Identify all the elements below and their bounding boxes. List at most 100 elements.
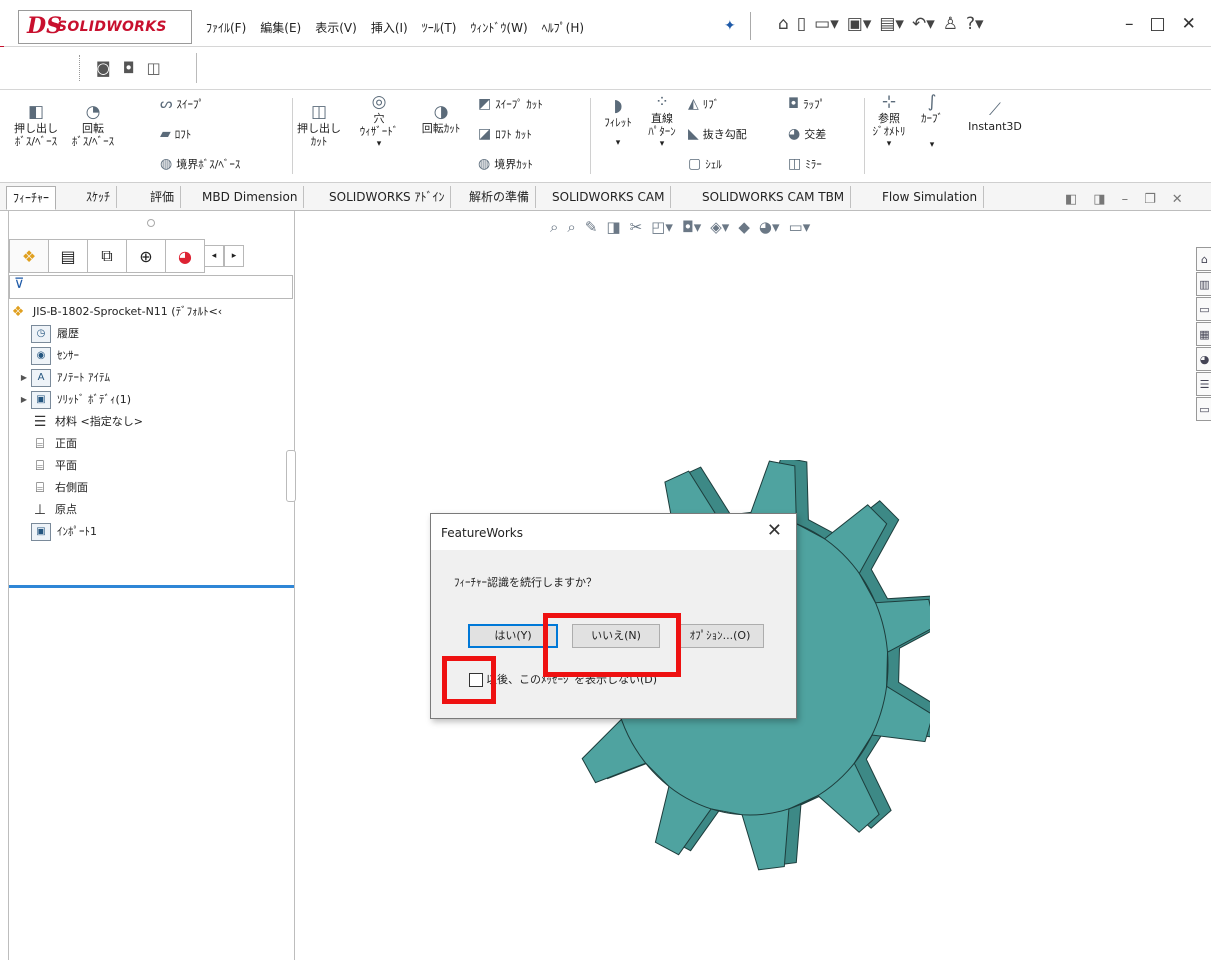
- forum-icon[interactable]: ▭: [1196, 397, 1211, 421]
- doc-restore-icon[interactable]: ❐: [1144, 192, 1156, 207]
- user-icon[interactable]: ♙: [943, 14, 958, 34]
- zoom-to-fit-icon[interactable]: ⌕: [550, 218, 558, 236]
- tree-item-sensors[interactable]: ◉ ｾﾝｻｰ: [9, 345, 294, 367]
- tree-item-material[interactable]: ☰ 材料 <指定なし>: [9, 411, 294, 433]
- curves-button[interactable]: ∫ ｶｰﾌﾞ ▾: [912, 92, 952, 152]
- dimxpert-tab[interactable]: ⊕: [126, 239, 166, 273]
- close-icon[interactable]: ✕: [1182, 14, 1196, 34]
- home-icon[interactable]: ⌂: [778, 14, 789, 34]
- wrap-button[interactable]: ◘ ﾗｯﾌﾟ: [788, 96, 825, 112]
- new-document-icon[interactable]: ▯: [797, 14, 806, 34]
- tab-mbd-dimension[interactable]: MBD Dimension: [196, 186, 305, 208]
- tree-item-history[interactable]: ◷ 履歴: [9, 323, 294, 345]
- panel-drag-handle[interactable]: [147, 219, 155, 227]
- menu-window[interactable]: ｳｨﾝﾄﾞｳ(W): [470, 19, 527, 36]
- zoom-to-area-icon[interactable]: ⌕: [567, 218, 575, 236]
- linear-pattern-dropdown-icon[interactable]: ▾: [640, 138, 684, 151]
- tree-item-annotations[interactable]: ▶ A ｱﾉﾃｰﾄ ｱｲﾃﾑ: [9, 367, 294, 389]
- menu-insert[interactable]: 挿入(I): [371, 19, 408, 36]
- menu-view[interactable]: 表示(V): [315, 19, 357, 36]
- hole-wizard-button[interactable]: ◎ 穴 ｳｨｻﾞｰﾄﾞ ▾: [344, 92, 414, 151]
- pin-icon[interactable]: ✦: [724, 18, 736, 34]
- tab-flow-simulation[interactable]: Flow Simulation: [876, 186, 985, 208]
- tab-features[interactable]: ﾌｨｰﾁｬｰ: [6, 186, 57, 210]
- swept-cut-button[interactable]: ◩ ｽｲｰﾌﾟ ｶｯﾄ: [478, 96, 543, 112]
- panel-resize-handle[interactable]: [286, 450, 296, 502]
- configuration-manager-tab[interactable]: ⧉: [87, 239, 127, 273]
- tree-item-top-plane[interactable]: ⌸ 平面: [9, 455, 294, 477]
- maximize-icon[interactable]: □: [1150, 14, 1166, 34]
- apply-scene-icon[interactable]: ◕▾: [759, 218, 780, 236]
- menu-tools[interactable]: ﾂｰﾙ(T): [422, 19, 457, 36]
- rollback-bar[interactable]: [9, 585, 294, 588]
- boundary-cut-button[interactable]: ◍ 境界ｶｯﾄ: [478, 156, 533, 172]
- lofted-cut-button[interactable]: ◪ ﾛﾌﾄ ｶｯﾄ: [478, 126, 532, 142]
- tree-root-part[interactable]: ❖ JIS-B-1802-Sprocket-N11 (ﾃﾞﾌｫﾙﾄ<‹: [9, 301, 294, 323]
- boundary-boss-button[interactable]: ◍ 境界ﾎﾞｽ/ﾍﾞｰｽ: [160, 156, 240, 172]
- linear-pattern-button[interactable]: ⁘ 直線 ﾊﾟﾀｰﾝ ▾: [640, 92, 684, 151]
- appearances-icon[interactable]: ◕: [1196, 347, 1211, 371]
- custom-properties-icon[interactable]: ☰: [1196, 372, 1211, 396]
- tab-solidworks-addins[interactable]: SOLIDWORKS ｱﾄﾞｲﾝ: [323, 186, 452, 208]
- tab-analysis-prep[interactable]: 解析の準備: [463, 186, 537, 208]
- tile-left-icon[interactable]: ◧: [1065, 192, 1077, 207]
- draft-button[interactable]: ◣ 抜き勾配: [688, 126, 747, 142]
- minimize-icon[interactable]: –: [1125, 14, 1134, 34]
- tile-right-icon[interactable]: ◨: [1093, 192, 1105, 207]
- tree-item-origin[interactable]: ⊥ 原点: [9, 499, 294, 521]
- options-button[interactable]: ｵﾌﾟｼｮﾝ...(O): [676, 624, 764, 648]
- intersect-button[interactable]: ◕ 交差: [788, 126, 826, 142]
- display-manager-tab[interactable]: ◕: [165, 239, 205, 273]
- section-view-icon[interactable]: ◨: [606, 218, 620, 236]
- curves-dropdown-icon[interactable]: ▾: [912, 139, 952, 152]
- fillet-button[interactable]: ◗ ﾌｨﾚｯﾄ ▾: [596, 96, 640, 150]
- hole-wizard-dropdown-icon[interactable]: ▾: [344, 138, 414, 151]
- design-library-icon[interactable]: ▥: [1196, 272, 1211, 296]
- fillet-dropdown-icon[interactable]: ▾: [596, 137, 640, 150]
- expand-arrow-icon[interactable]: ▶: [17, 367, 31, 389]
- tab-sketch[interactable]: ｽｹｯﾁ: [80, 186, 118, 208]
- menu-edit[interactable]: 編集(E): [260, 19, 301, 36]
- help-icon[interactable]: ?▾: [966, 14, 984, 34]
- doc-minimize-icon[interactable]: –: [1122, 192, 1129, 207]
- extruded-cut-button[interactable]: ◫ 押し出し ｶｯﾄ: [296, 102, 342, 148]
- file-explorer-icon[interactable]: ▭: [1196, 297, 1211, 321]
- instant3d-button[interactable]: ⟋ Instant3D: [960, 100, 1030, 133]
- view-settings-icon[interactable]: ▭▾: [789, 218, 811, 236]
- menu-help[interactable]: ﾍﾙﾌﾟ(H): [542, 19, 584, 36]
- ref-geometry-dropdown-icon[interactable]: ▾: [868, 138, 910, 151]
- tree-item-front-plane[interactable]: ⌸ 正面: [9, 433, 294, 455]
- edit-appearance-icon[interactable]: ◆: [738, 218, 750, 236]
- revolve-boss-button[interactable]: ◔ 回転 ﾎﾞｽ/ﾍﾞｰｽ: [66, 102, 120, 148]
- previous-view-icon[interactable]: ✎: [585, 218, 598, 236]
- shell-button[interactable]: ▢ ｼｪﾙ: [688, 156, 722, 172]
- tab-solidworks-cam[interactable]: SOLIDWORKS CAM: [546, 186, 672, 208]
- save-icon[interactable]: ▣▾: [847, 14, 872, 34]
- menu-file[interactable]: ﾌｧｲﾙ(F): [206, 19, 246, 36]
- revolved-cut-button[interactable]: ◑ 回転ｶｯﾄ: [414, 102, 468, 135]
- loft-button[interactable]: ▰ ﾛﾌﾄ: [160, 126, 191, 142]
- expand-arrow-icon[interactable]: ▶: [17, 389, 31, 411]
- open-folder-icon[interactable]: ▭▾: [814, 14, 839, 34]
- display-style-icon[interactable]: ◘▾: [682, 218, 701, 236]
- mirror-button[interactable]: ◫ ﾐﾗｰ: [788, 156, 822, 172]
- extrude-boss-button[interactable]: ◧ 押し出し ﾎﾞｽ/ﾍﾞｰｽ: [10, 102, 62, 148]
- doc-close-icon[interactable]: ✕: [1172, 192, 1183, 207]
- tab-evaluate[interactable]: 評価: [144, 186, 182, 208]
- tree-item-solid-bodies[interactable]: ▶ ▣ ｿﾘｯﾄﾞ ﾎﾞﾃﾞｨ(1): [9, 389, 294, 411]
- rib-button[interactable]: ◭ ﾘﾌﾞ: [688, 96, 719, 112]
- filter-icon[interactable]: ⊽: [9, 275, 293, 299]
- toolbar-grip[interactable]: [79, 55, 81, 81]
- solidworks-resources-icon[interactable]: ⌂: [1196, 247, 1211, 271]
- dynamic-annotation-icon[interactable]: ✂: [630, 218, 643, 236]
- feature-tree-tab[interactable]: ❖: [9, 239, 49, 273]
- tree-item-right-plane[interactable]: ⌸ 右側面: [9, 477, 294, 499]
- property-manager-tab[interactable]: ▤: [48, 239, 88, 273]
- tab-scroll-right-icon[interactable]: ▸: [224, 245, 244, 267]
- hide-show-items-icon[interactable]: ◈▾: [710, 218, 729, 236]
- undo-icon[interactable]: ↶▾: [912, 14, 935, 34]
- view-palette-icon[interactable]: ▦: [1196, 322, 1211, 346]
- view-orientation-icon[interactable]: ◰▾: [651, 218, 673, 236]
- camera-icon[interactable]: ◙: [96, 59, 111, 77]
- dialog-close-icon[interactable]: ✕: [767, 520, 782, 541]
